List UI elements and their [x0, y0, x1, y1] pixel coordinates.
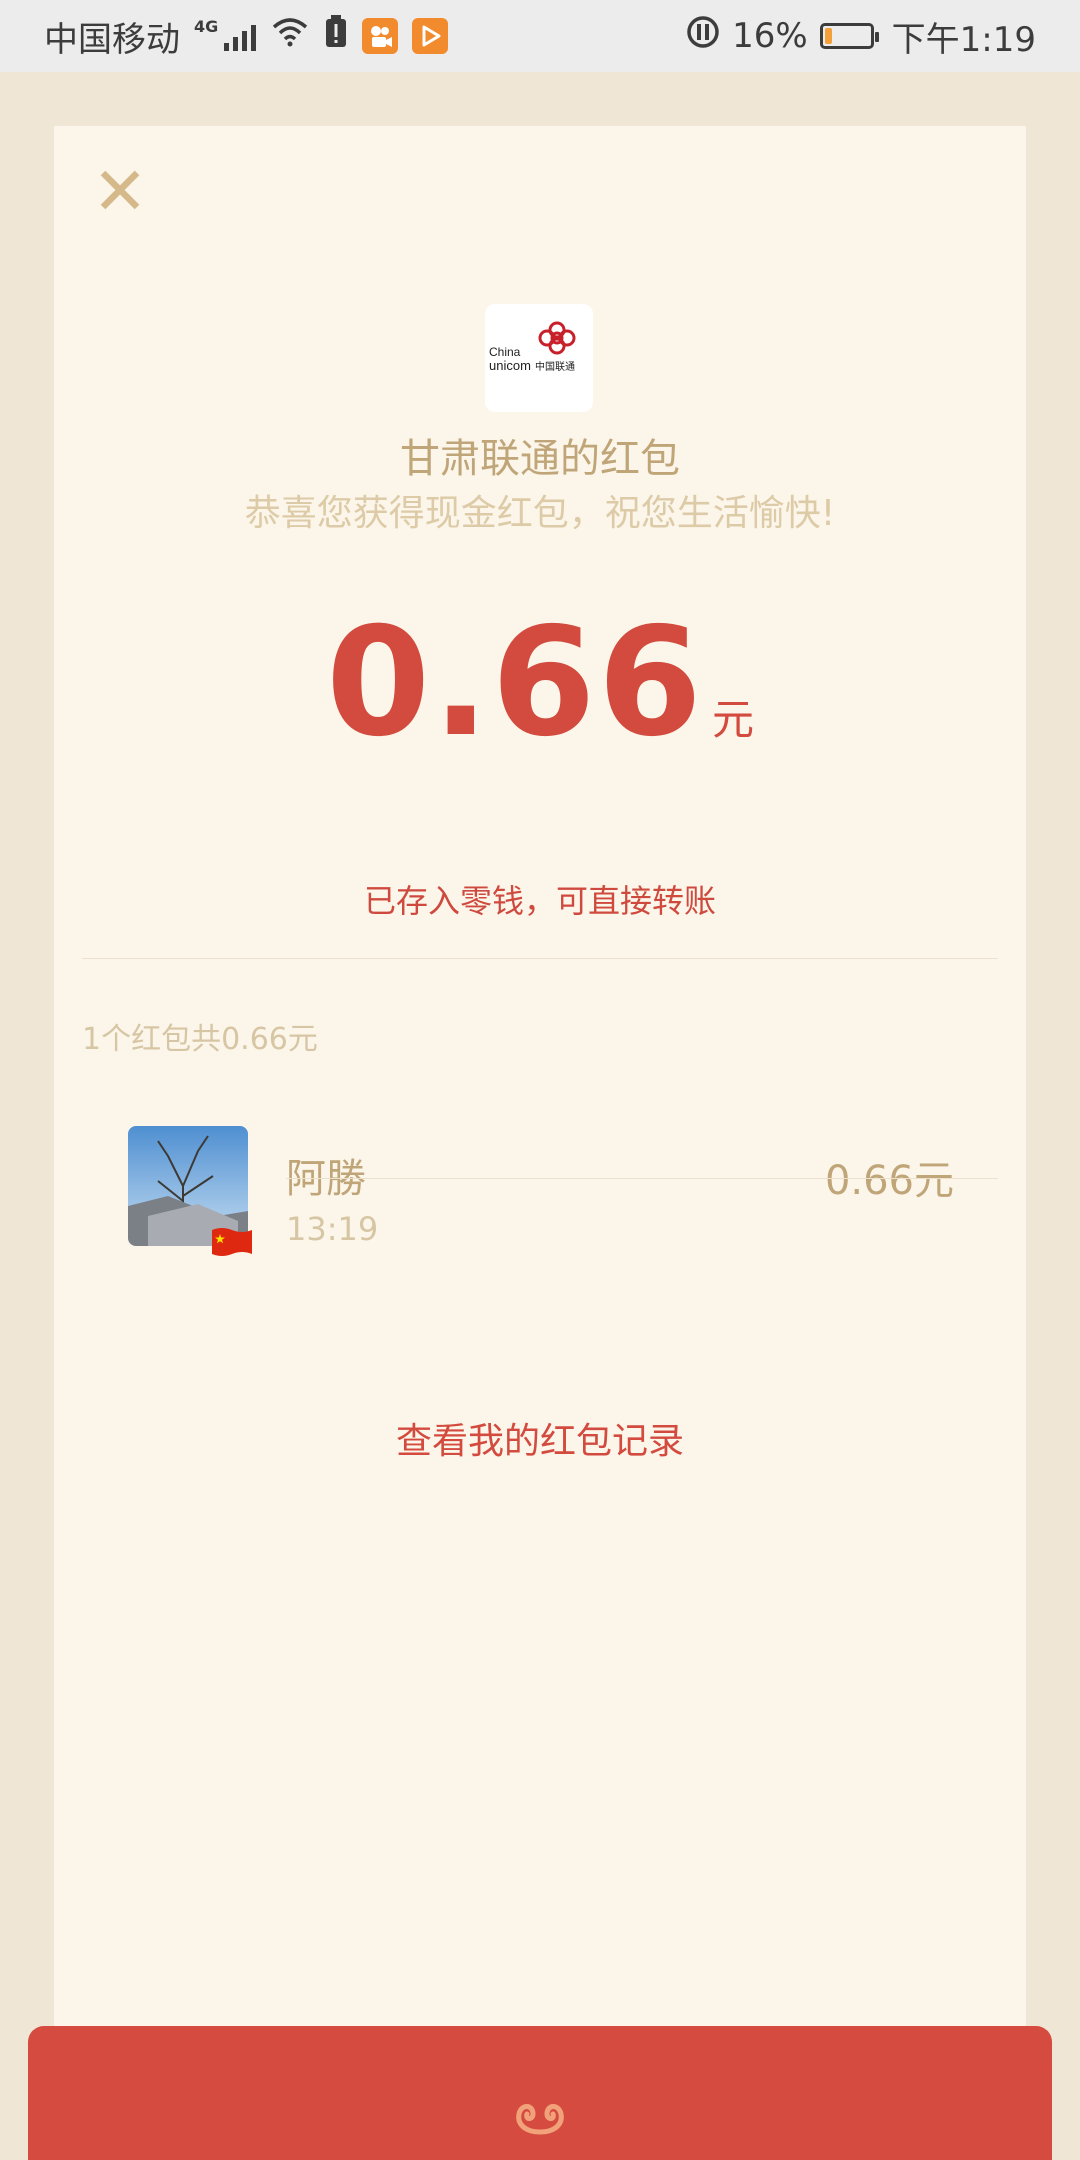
receiver-amount: 0.66元 [824, 1158, 954, 1204]
video-icon [412, 18, 449, 54]
clock: 下午1:19 [891, 19, 1036, 60]
receiver-divider [286, 1178, 998, 1179]
received-amount: 0.66 元 [54, 596, 1026, 770]
signal-icon [224, 21, 257, 51]
china-unicom-logo: China unicom 中国联通 [489, 321, 576, 373]
summary-divider [82, 958, 998, 959]
logo-text-unicom: unicom [489, 358, 531, 373]
zigzag-edge [28, 2060, 1068, 2079]
china-flag-icon [212, 1226, 252, 1262]
logo-text-cn: 中国联通 [535, 360, 575, 373]
data-saver-icon [686, 15, 720, 58]
battery-icon [819, 23, 879, 49]
receiver-time: 13:19 [286, 1210, 379, 1248]
envelope-emblem-icon [511, 2094, 569, 2142]
network-type: 4G [194, 16, 219, 36]
sender-title: 甘肃联通的红包 [400, 436, 680, 482]
amount-value: 0.66 [325, 596, 705, 770]
kuaishou-icon [362, 18, 399, 54]
alert-icon [324, 14, 348, 58]
battery-percent: 16% [732, 16, 808, 56]
sender-logo: China unicom 中国联通 [485, 304, 593, 412]
close-icon: ✕ [92, 153, 148, 230]
wifi-icon [270, 16, 310, 56]
carrier-label: 中国移动 [44, 19, 180, 60]
greeting-message: 恭喜您获得现金红包，祝您生活愉快! [244, 493, 836, 534]
red-packet-detail-card: ✕ China unicom 中国联通 甘肃联通的红包 恭喜您获得现金红包，祝您… [54, 126, 1026, 2160]
logo-text-china: China [489, 345, 521, 359]
battery-level [824, 28, 832, 44]
deposit-note: 已存入零钱，可直接转账 [363, 882, 716, 920]
receiver-name: 阿勝 [286, 1156, 366, 1202]
view-red-packet-history-link[interactable]: 查看我的红包记录 [54, 1412, 1026, 1464]
packet-summary: 1个红包共0.66元 [82, 1022, 318, 1057]
status-bar: 中国移动 4G 16% 下午1:19 [0, 0, 1080, 72]
amount-unit: 元 [712, 695, 755, 744]
close-button[interactable]: ✕ [90, 159, 150, 225]
receiver-list-item[interactable]: 阿勝 13:19 0.66元 [54, 1126, 1026, 1266]
